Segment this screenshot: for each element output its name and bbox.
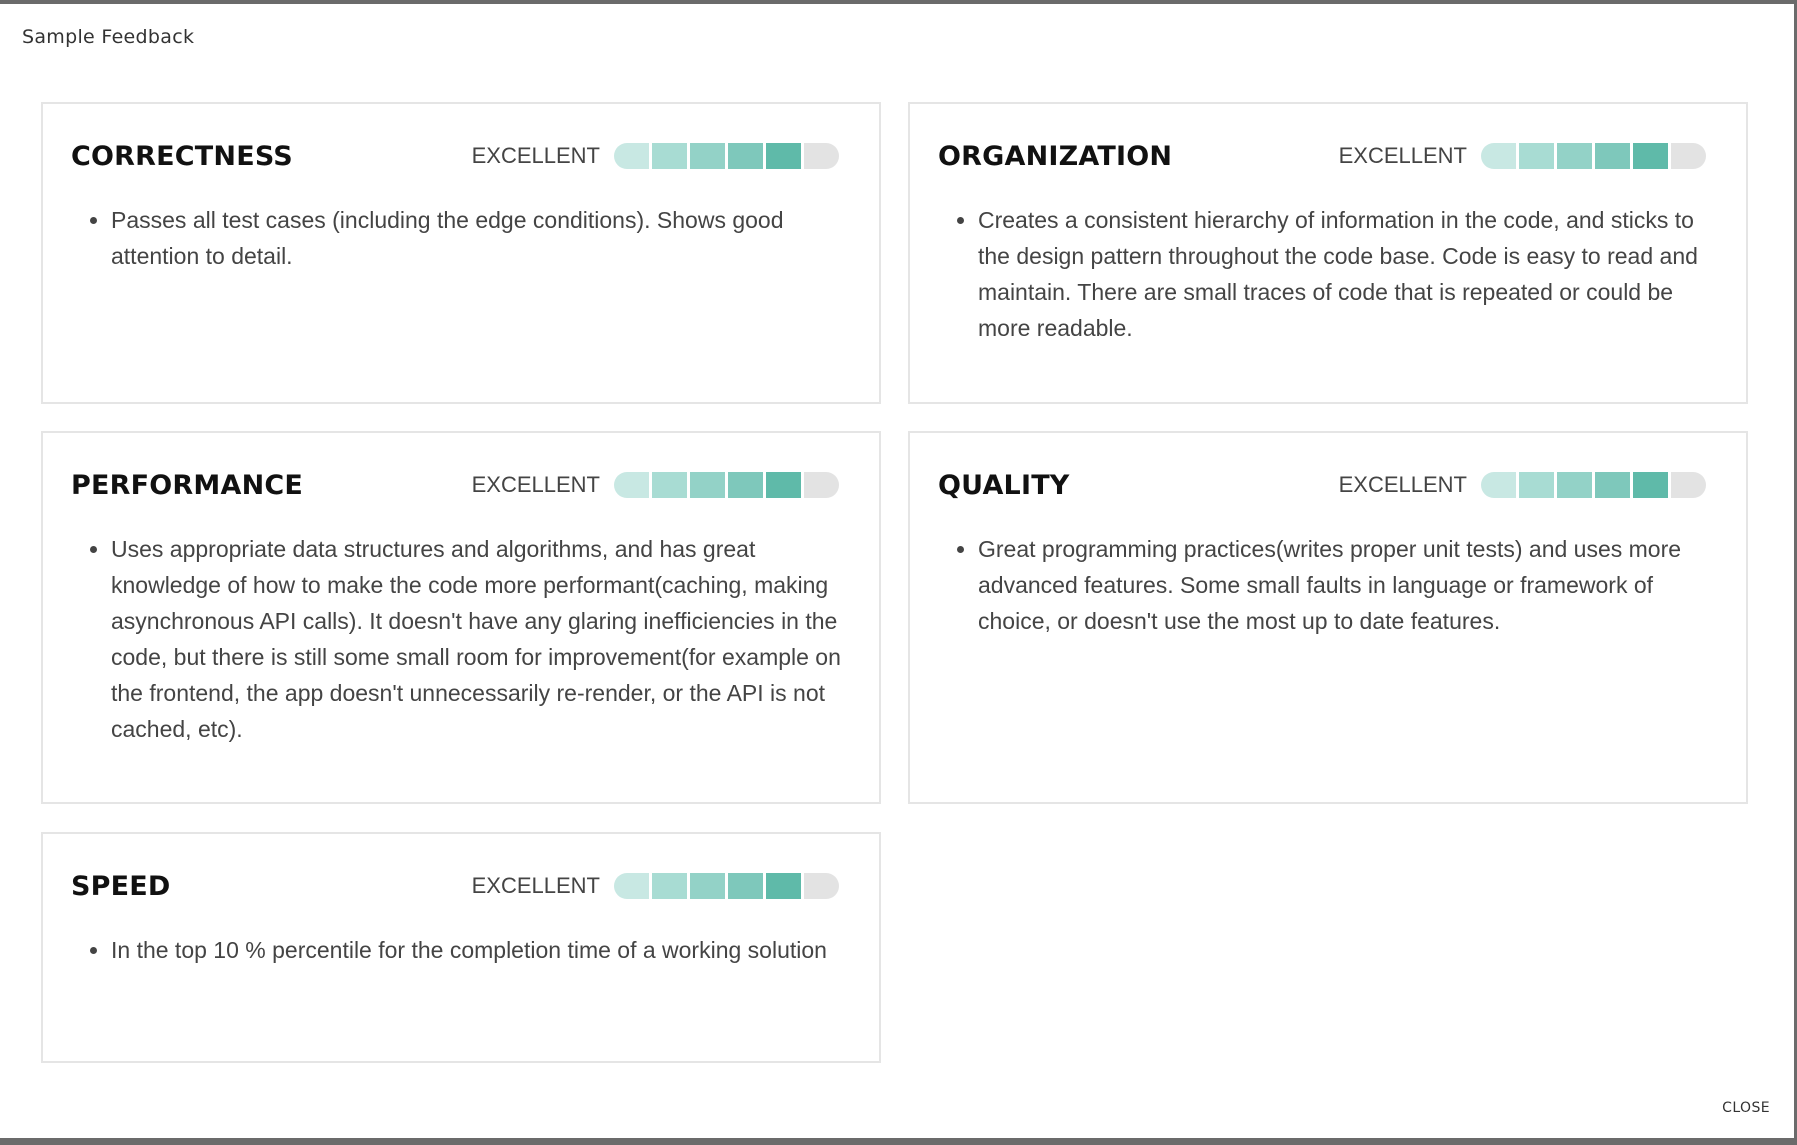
card-header: PERFORMANCE EXCELLENT <box>71 463 839 507</box>
rating: EXCELLENT <box>472 873 839 899</box>
feedback-list: Uses appropriate data structures and alg… <box>71 531 851 747</box>
feedback-list: Creates a consistent hierarchy of inform… <box>938 202 1718 346</box>
rating-segment-empty <box>804 873 839 899</box>
rating-label: EXCELLENT <box>1338 472 1467 497</box>
rating-segment-filled <box>1519 143 1554 169</box>
rating-label: EXCELLENT <box>1338 143 1467 168</box>
card-body: Great programming practices(writes prope… <box>938 531 1718 639</box>
feedback-list: Passes all test cases (including the edg… <box>71 202 851 274</box>
card-title: CORRECTNESS <box>71 140 293 172</box>
rating-segment-filled <box>690 873 725 899</box>
rating-segment-empty <box>804 472 839 498</box>
rating-segment-filled <box>1633 143 1668 169</box>
rating: EXCELLENT <box>472 472 839 498</box>
rating-bar <box>614 472 839 498</box>
rating-segment-filled <box>652 873 687 899</box>
rating-segment-filled <box>1481 472 1516 498</box>
rating-segment-filled <box>728 143 763 169</box>
rating-segment-filled <box>728 472 763 498</box>
rating-segment-filled <box>1595 472 1630 498</box>
feedback-bullet: In the top 10 % percentile for the compl… <box>111 932 851 968</box>
rating-segment-filled <box>1519 472 1554 498</box>
rating-segment-filled <box>690 143 725 169</box>
card-title: QUALITY <box>938 469 1070 501</box>
card-body: Creates a consistent hierarchy of inform… <box>938 202 1718 346</box>
feedback-card-organization: ORGANIZATION EXCELLENT Creates a consist… <box>908 102 1748 404</box>
feedback-bullet: Passes all test cases (including the edg… <box>111 202 851 274</box>
card-header: ORGANIZATION EXCELLENT <box>938 134 1706 178</box>
rating: EXCELLENT <box>1339 472 1706 498</box>
card-body: In the top 10 % percentile for the compl… <box>71 932 851 968</box>
rating-segment-empty <box>804 143 839 169</box>
card-body: Uses appropriate data structures and alg… <box>71 531 851 747</box>
feedback-list: In the top 10 % percentile for the compl… <box>71 932 851 968</box>
rating-segment-filled <box>1595 143 1630 169</box>
rating-segment-filled <box>614 143 649 169</box>
rating-segment-empty <box>1671 143 1706 169</box>
rating-bar <box>614 143 839 169</box>
feedback-dialog: Sample Feedback CORRECTNESS EXCELLENT Pa… <box>0 4 1794 1138</box>
rating-segment-filled <box>1633 472 1668 498</box>
card-header: QUALITY EXCELLENT <box>938 463 1706 507</box>
rating: EXCELLENT <box>1339 143 1706 169</box>
rating-segment-filled <box>766 143 801 169</box>
feedback-bullet: Uses appropriate data structures and alg… <box>111 531 851 747</box>
feedback-card-quality: QUALITY EXCELLENT Great programming prac… <box>908 431 1748 804</box>
rating-segment-filled <box>1481 143 1516 169</box>
rating-segment-filled <box>766 873 801 899</box>
rating-bar <box>1481 472 1706 498</box>
rating-segment-filled <box>614 873 649 899</box>
rating-segment-filled <box>652 472 687 498</box>
card-header: CORRECTNESS EXCELLENT <box>71 134 839 178</box>
rating-segment-filled <box>1557 472 1592 498</box>
feedback-card-speed: SPEED EXCELLENT In the top 10 % percenti… <box>41 832 881 1063</box>
rating-segment-filled <box>728 873 763 899</box>
rating: EXCELLENT <box>472 143 839 169</box>
card-title: SPEED <box>71 870 171 902</box>
feedback-bullet: Great programming practices(writes prope… <box>978 531 1718 639</box>
dialog-title: Sample Feedback <box>22 26 195 48</box>
card-title: PERFORMANCE <box>71 469 304 501</box>
rating-bar <box>1481 143 1706 169</box>
rating-label: EXCELLENT <box>471 143 600 168</box>
feedback-bullet: Creates a consistent hierarchy of inform… <box>978 202 1718 346</box>
card-body: Passes all test cases (including the edg… <box>71 202 851 274</box>
rating-segment-empty <box>1671 472 1706 498</box>
card-title: ORGANIZATION <box>938 140 1173 172</box>
feedback-list: Great programming practices(writes prope… <box>938 531 1718 639</box>
rating-segment-filled <box>652 143 687 169</box>
close-button[interactable]: CLOSE <box>1722 1100 1770 1116</box>
card-header: SPEED EXCELLENT <box>71 864 839 908</box>
rating-segment-filled <box>690 472 725 498</box>
rating-segment-filled <box>614 472 649 498</box>
rating-label: EXCELLENT <box>471 873 600 898</box>
feedback-card-correctness: CORRECTNESS EXCELLENT Passes all test ca… <box>41 102 881 404</box>
rating-bar <box>614 873 839 899</box>
rating-segment-filled <box>766 472 801 498</box>
rating-segment-filled <box>1557 143 1592 169</box>
rating-label: EXCELLENT <box>471 472 600 497</box>
feedback-card-performance: PERFORMANCE EXCELLENT Uses appropriate d… <box>41 431 881 804</box>
